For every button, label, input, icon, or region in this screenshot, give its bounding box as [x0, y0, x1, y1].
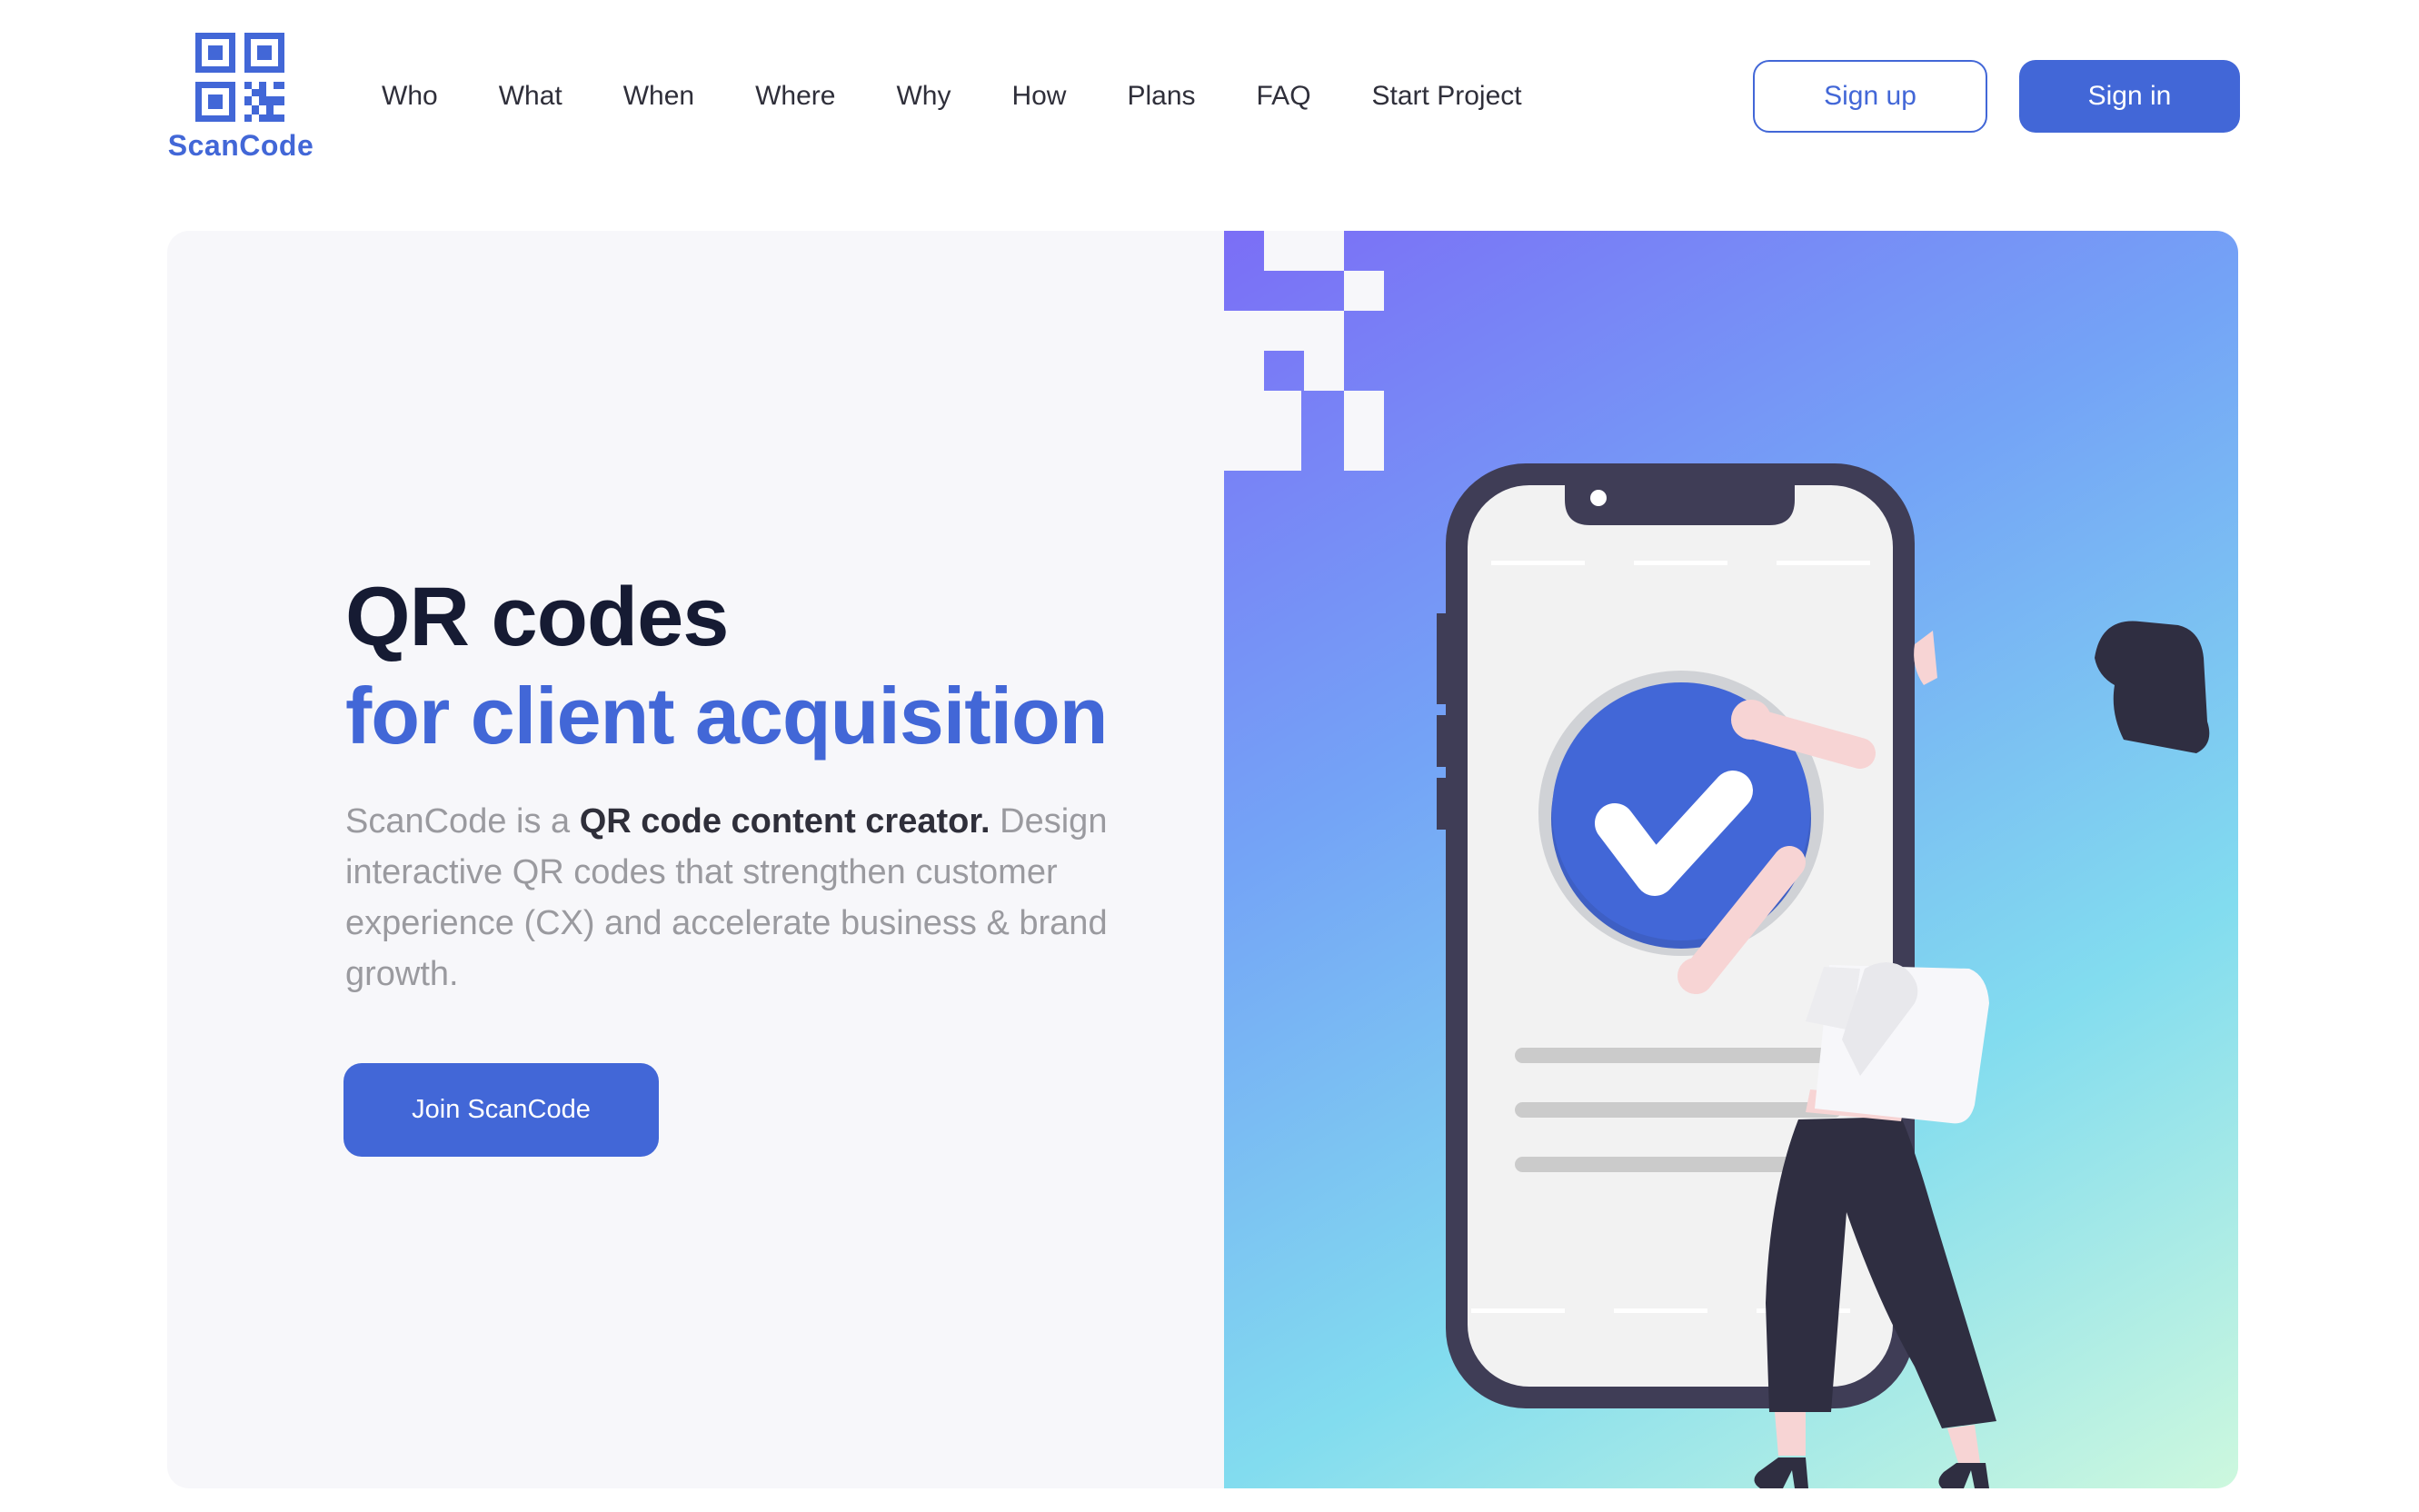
- brand-name: ScanCode: [167, 129, 314, 162]
- hero-description: ScanCode is a QR code content creator. D…: [345, 796, 1190, 1000]
- hero-section: QR codes for client acquisition ScanCode…: [167, 231, 2238, 1488]
- nav-item-faq[interactable]: FAQ: [1257, 81, 1311, 112]
- sign-in-button[interactable]: Sign in: [2019, 60, 2240, 133]
- description-highlight: QR code content creator.: [579, 802, 990, 841]
- illustration-svg: [1224, 231, 2210, 1488]
- nav-item-where[interactable]: Where: [755, 81, 835, 112]
- nav-item-plans[interactable]: Plans: [1127, 81, 1195, 112]
- qr-pixel-pattern: [1224, 231, 1384, 471]
- nav-item-when[interactable]: When: [623, 81, 694, 112]
- sign-up-button[interactable]: Sign up: [1753, 60, 1987, 133]
- nav-item-what[interactable]: What: [499, 81, 562, 112]
- nav-item-start-project[interactable]: Start Project: [1372, 81, 1522, 112]
- nav-item-who[interactable]: Who: [382, 81, 438, 112]
- hero-subtitle: for client acquisition: [345, 671, 1109, 761]
- checkmark-badge-icon: [1538, 671, 1824, 956]
- join-button[interactable]: Join ScanCode: [343, 1063, 659, 1157]
- hero-title: QR codes: [345, 571, 729, 663]
- hero-copy: QR codes for client acquisition ScanCode…: [345, 567, 1200, 1034]
- nav-item-how[interactable]: How: [1011, 81, 1066, 112]
- description-prefix: ScanCode is a: [345, 802, 580, 841]
- main-nav: Who What When Where Why How Plans FAQ St…: [382, 76, 1522, 116]
- hero-illustration: [1224, 231, 2238, 1488]
- nav-item-why[interactable]: Why: [896, 81, 951, 112]
- logo[interactable]: ScanCode: [164, 33, 318, 169]
- qr-code-icon: [195, 33, 284, 122]
